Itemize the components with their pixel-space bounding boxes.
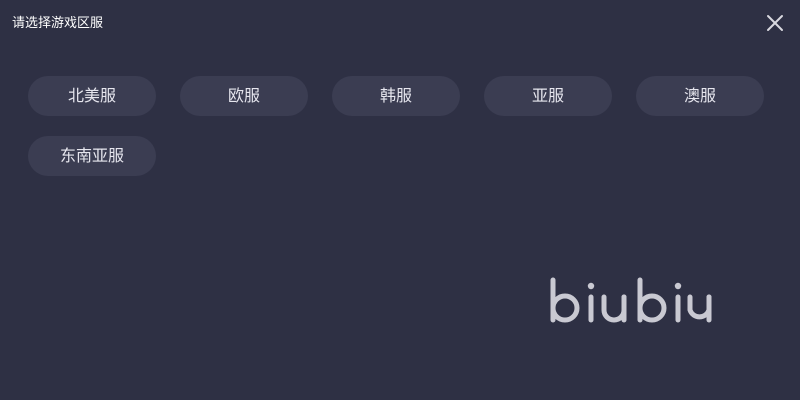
close-icon [767,15,783,31]
region-button-europe[interactable]: 欧服 [180,76,308,116]
biubiu-logo [550,277,712,323]
region-select-dialog: 请选择游戏区服 北美服 欧服 韩服 亚服 澳服 东南亚服 [0,0,800,400]
region-button-asia[interactable]: 亚服 [484,76,612,116]
region-button-southeast-asia[interactable]: 东南亚服 [28,136,156,176]
region-button-oceania[interactable]: 澳服 [636,76,764,116]
region-button-north-america[interactable]: 北美服 [28,76,156,116]
region-button-korea[interactable]: 韩服 [332,76,460,116]
dialog-title: 请选择游戏区服 [12,16,104,31]
close-button[interactable] [765,13,785,33]
